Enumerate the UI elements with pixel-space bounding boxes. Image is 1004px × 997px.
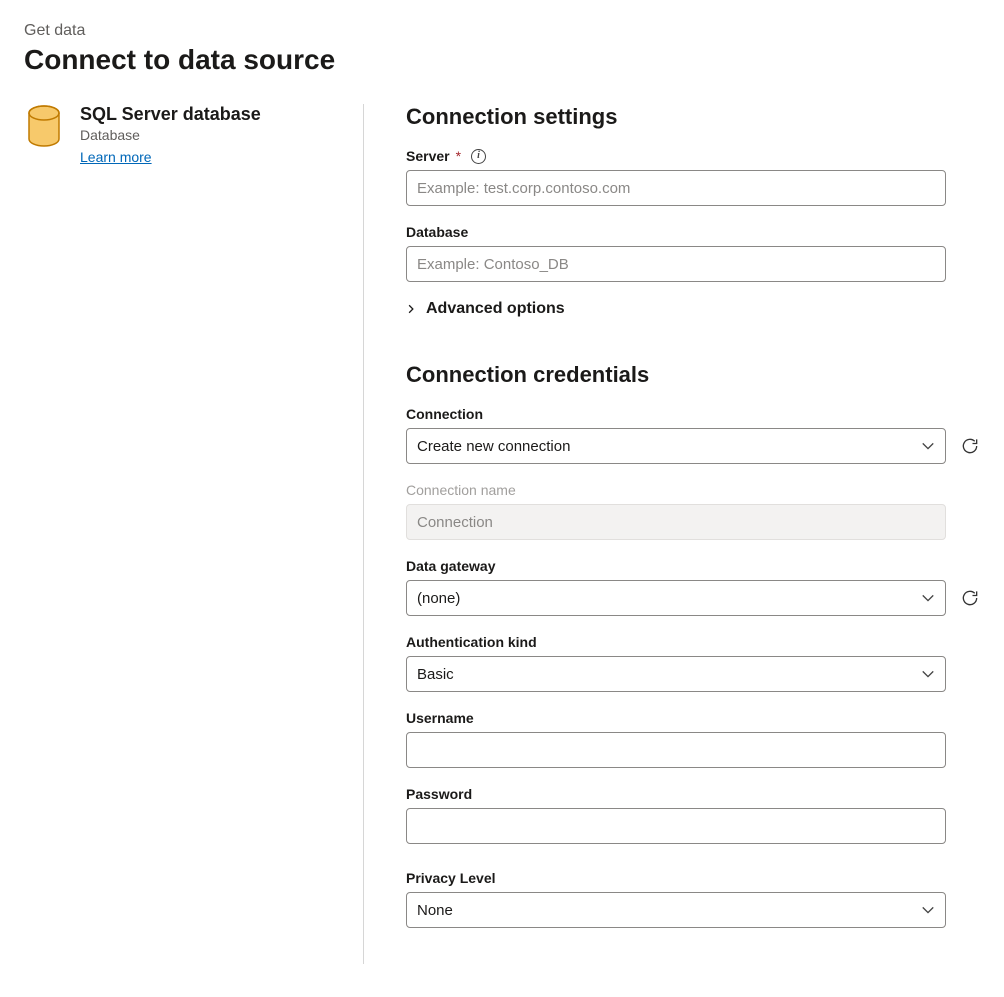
connection-settings-heading: Connection settings (406, 104, 980, 130)
connection-select[interactable]: Create new connection (406, 428, 946, 464)
refresh-icon[interactable] (960, 588, 980, 608)
info-icon[interactable]: i (471, 149, 486, 164)
advanced-options-toggle[interactable]: Advanced options (406, 300, 980, 318)
password-label: Password (406, 786, 980, 802)
chevron-right-icon (406, 304, 416, 314)
chevron-down-icon (921, 591, 935, 605)
privacy-level-select[interactable]: None (406, 892, 946, 928)
username-label: Username (406, 710, 980, 726)
breadcrumb: Get data (24, 22, 980, 40)
username-input[interactable] (406, 732, 946, 768)
required-indicator: * (456, 148, 461, 164)
source-name: SQL Server database (80, 104, 261, 125)
authentication-kind-select[interactable]: Basic (406, 656, 946, 692)
connection-credentials-heading: Connection credentials (406, 362, 980, 388)
database-input[interactable] (406, 246, 946, 282)
connection-name-label: Connection name (406, 482, 980, 498)
chevron-down-icon (921, 439, 935, 453)
authentication-kind-label: Authentication kind (406, 634, 980, 650)
source-category: Database (80, 127, 261, 143)
data-gateway-select[interactable]: (none) (406, 580, 946, 616)
database-label: Database (406, 224, 980, 240)
source-panel: SQL Server database Database Learn more (24, 104, 364, 964)
refresh-icon[interactable] (960, 436, 980, 456)
server-label: Server * i (406, 148, 980, 164)
privacy-level-label: Privacy Level (406, 870, 980, 886)
page-title: Connect to data source (24, 44, 980, 76)
chevron-down-icon (921, 667, 935, 681)
connection-label: Connection (406, 406, 980, 422)
learn-more-link[interactable]: Learn more (80, 149, 152, 165)
data-gateway-label: Data gateway (406, 558, 980, 574)
server-input[interactable] (406, 170, 946, 206)
password-input[interactable] (406, 808, 946, 844)
database-icon (24, 104, 64, 144)
connection-name-input (406, 504, 946, 540)
chevron-down-icon (921, 903, 935, 917)
